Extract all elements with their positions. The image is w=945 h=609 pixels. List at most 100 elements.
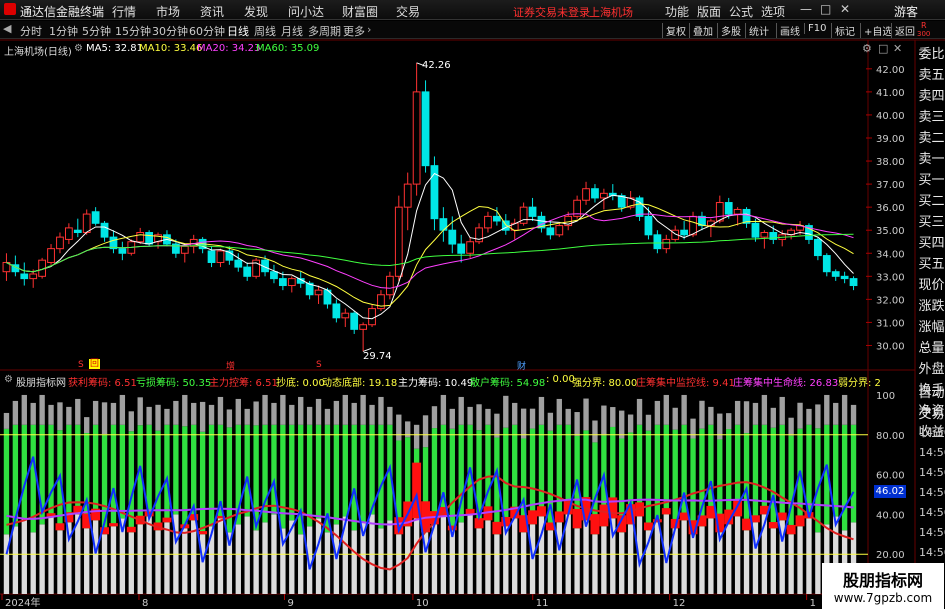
- side-item-7[interactable]: 买二: [918, 191, 945, 212]
- tool-back[interactable]: 返回: [891, 23, 915, 38]
- side-item-3[interactable]: 卖三: [918, 107, 945, 128]
- period-weekly[interactable]: 周线: [254, 23, 276, 39]
- time-tick-5: 14:56: [919, 526, 945, 539]
- ind-top-bar: [226, 409, 233, 428]
- price-tick-label: 36.00: [876, 203, 905, 214]
- side-lower-item-0[interactable]: 自动: [918, 383, 945, 404]
- side-item-6[interactable]: 买一: [918, 170, 945, 191]
- ind-profit-bar: [795, 515, 805, 527]
- tool-add-watch[interactable]: +自选: [860, 23, 892, 38]
- menu-news[interactable]: 资讯: [200, 3, 224, 20]
- candle-body: [270, 271, 278, 280]
- side-item-5[interactable]: 卖一: [918, 149, 945, 170]
- period-daily[interactable]: 日线: [227, 23, 249, 39]
- side-item-11[interactable]: 现价: [918, 275, 945, 296]
- ind-loss-bar: [244, 424, 250, 517]
- kline-chart-svg[interactable]: 42.00 41.00 40.00 39.00 38.00 37.00 36.00 35.00…: [0, 0, 945, 609]
- menu-options[interactable]: 选项: [761, 3, 785, 20]
- tool-draw[interactable]: 画线: [776, 23, 800, 38]
- ind-profit-bar: [661, 508, 671, 515]
- ind-top-bar: [654, 400, 661, 425]
- more-chevron-icon[interactable]: ›: [367, 23, 371, 36]
- side-item-4[interactable]: 卖二: [918, 128, 945, 149]
- tool-multistock[interactable]: 多股: [717, 23, 741, 38]
- side-lower-item-1[interactable]: 交易: [918, 404, 945, 425]
- side-item-15[interactable]: 外盘: [918, 359, 945, 380]
- marker-return[interactable]: 回: [89, 359, 101, 369]
- candle-body: [644, 215, 653, 236]
- indicator-settings-icon[interactable]: ⚙: [4, 374, 13, 385]
- side-item-10[interactable]: 买五: [918, 254, 945, 275]
- side-item-14[interactable]: 总量: [918, 338, 945, 359]
- period-5min[interactable]: 5分钟: [82, 23, 111, 39]
- toolbar-left-arrow-icon[interactable]: ◀: [3, 22, 11, 35]
- ind-top-bar: [182, 394, 188, 427]
- x-tick-label: 9: [287, 598, 293, 609]
- period-30min[interactable]: 30分钟: [152, 23, 188, 39]
- ind-top-bar: [779, 396, 785, 425]
- menu-discover[interactable]: 发现: [244, 3, 268, 20]
- ind-top-bar: [797, 402, 803, 429]
- ind-top-bar: [574, 412, 580, 436]
- login-status[interactable]: 证券交易未登录: [513, 4, 590, 20]
- tool-stats[interactable]: 统计: [745, 23, 769, 38]
- ind-base-bar: [137, 524, 143, 594]
- marker-s2[interactable]: S: [316, 360, 322, 370]
- period-multi[interactable]: 多周期: [308, 23, 341, 39]
- menu-layout[interactable]: 版面: [697, 3, 721, 20]
- ind-top-bar: [717, 413, 723, 440]
- marker-finance[interactable]: 财: [517, 359, 526, 372]
- tool-overlay[interactable]: 叠加: [689, 23, 713, 38]
- ind-base-bar: [164, 522, 170, 594]
- corner-r: R: [921, 21, 927, 30]
- marker-increase[interactable]: 增: [226, 359, 235, 372]
- chart-close-icon[interactable]: ✕: [893, 42, 902, 55]
- period-monthly[interactable]: 月线: [281, 23, 303, 39]
- side-item-8[interactable]: 买三: [918, 212, 945, 233]
- chart-settings-icon[interactable]: ⚙: [862, 42, 872, 55]
- side-item-12[interactable]: 涨跌: [918, 296, 945, 317]
- candle-body: [706, 220, 715, 227]
- candle-body: [73, 229, 82, 234]
- ind-base-bar: [806, 518, 812, 594]
- ind-base-bar: [57, 530, 63, 594]
- close-icon[interactable]: ✕: [840, 2, 850, 16]
- indicator-name[interactable]: 股朋指标网: [16, 374, 66, 389]
- menu-trade[interactable]: 交易: [396, 3, 420, 20]
- minimize-icon[interactable]: —: [800, 2, 812, 16]
- ind-profit-bar: [599, 504, 609, 527]
- candle-body: [314, 289, 323, 296]
- tool-mark[interactable]: 标记: [831, 23, 855, 38]
- chart-minimize-icon[interactable]: □: [878, 42, 888, 55]
- ind-base-bar: [182, 528, 188, 594]
- side-item-13[interactable]: 涨幅: [918, 317, 945, 338]
- candle-body: [680, 229, 689, 236]
- period-1min[interactable]: 1分钟: [49, 23, 78, 39]
- stock-label[interactable]: 上海机场(日线): [4, 43, 72, 58]
- period-15min[interactable]: 15分钟: [115, 23, 151, 39]
- period-timeshare[interactable]: 分时: [20, 23, 42, 39]
- marker-s1[interactable]: S: [78, 360, 84, 370]
- ind-base-bar: [556, 522, 562, 594]
- side-item-9[interactable]: 买四: [918, 233, 945, 254]
- current-market: 上海机场: [589, 6, 633, 19]
- tool-adjust[interactable]: 复权: [662, 23, 686, 38]
- menu-formula[interactable]: 公式: [729, 3, 753, 20]
- tool-f10[interactable]: F10: [804, 23, 826, 34]
- candle-body: [466, 241, 475, 254]
- period-more[interactable]: 更多: [343, 23, 365, 39]
- menu-market[interactable]: 市场: [156, 3, 180, 20]
- menu-quotes[interactable]: 行情: [112, 3, 136, 20]
- menu-function[interactable]: 功能: [665, 3, 689, 20]
- ind-top-bar: [850, 404, 857, 425]
- side-item-1[interactable]: 卖五: [918, 65, 945, 86]
- ind-base-bar: [815, 532, 821, 594]
- guest-label[interactable]: 游客: [894, 3, 918, 20]
- side-item-0[interactable]: 委比: [918, 44, 945, 65]
- legend-settings-icon[interactable]: ⚙: [74, 43, 83, 54]
- menu-wealth[interactable]: 财富圈: [342, 3, 378, 20]
- menu-ask[interactable]: 问小达: [288, 3, 324, 20]
- period-60min[interactable]: 60分钟: [189, 23, 225, 39]
- side-item-2[interactable]: 卖四: [918, 86, 945, 107]
- maximize-icon[interactable]: □: [820, 2, 831, 16]
